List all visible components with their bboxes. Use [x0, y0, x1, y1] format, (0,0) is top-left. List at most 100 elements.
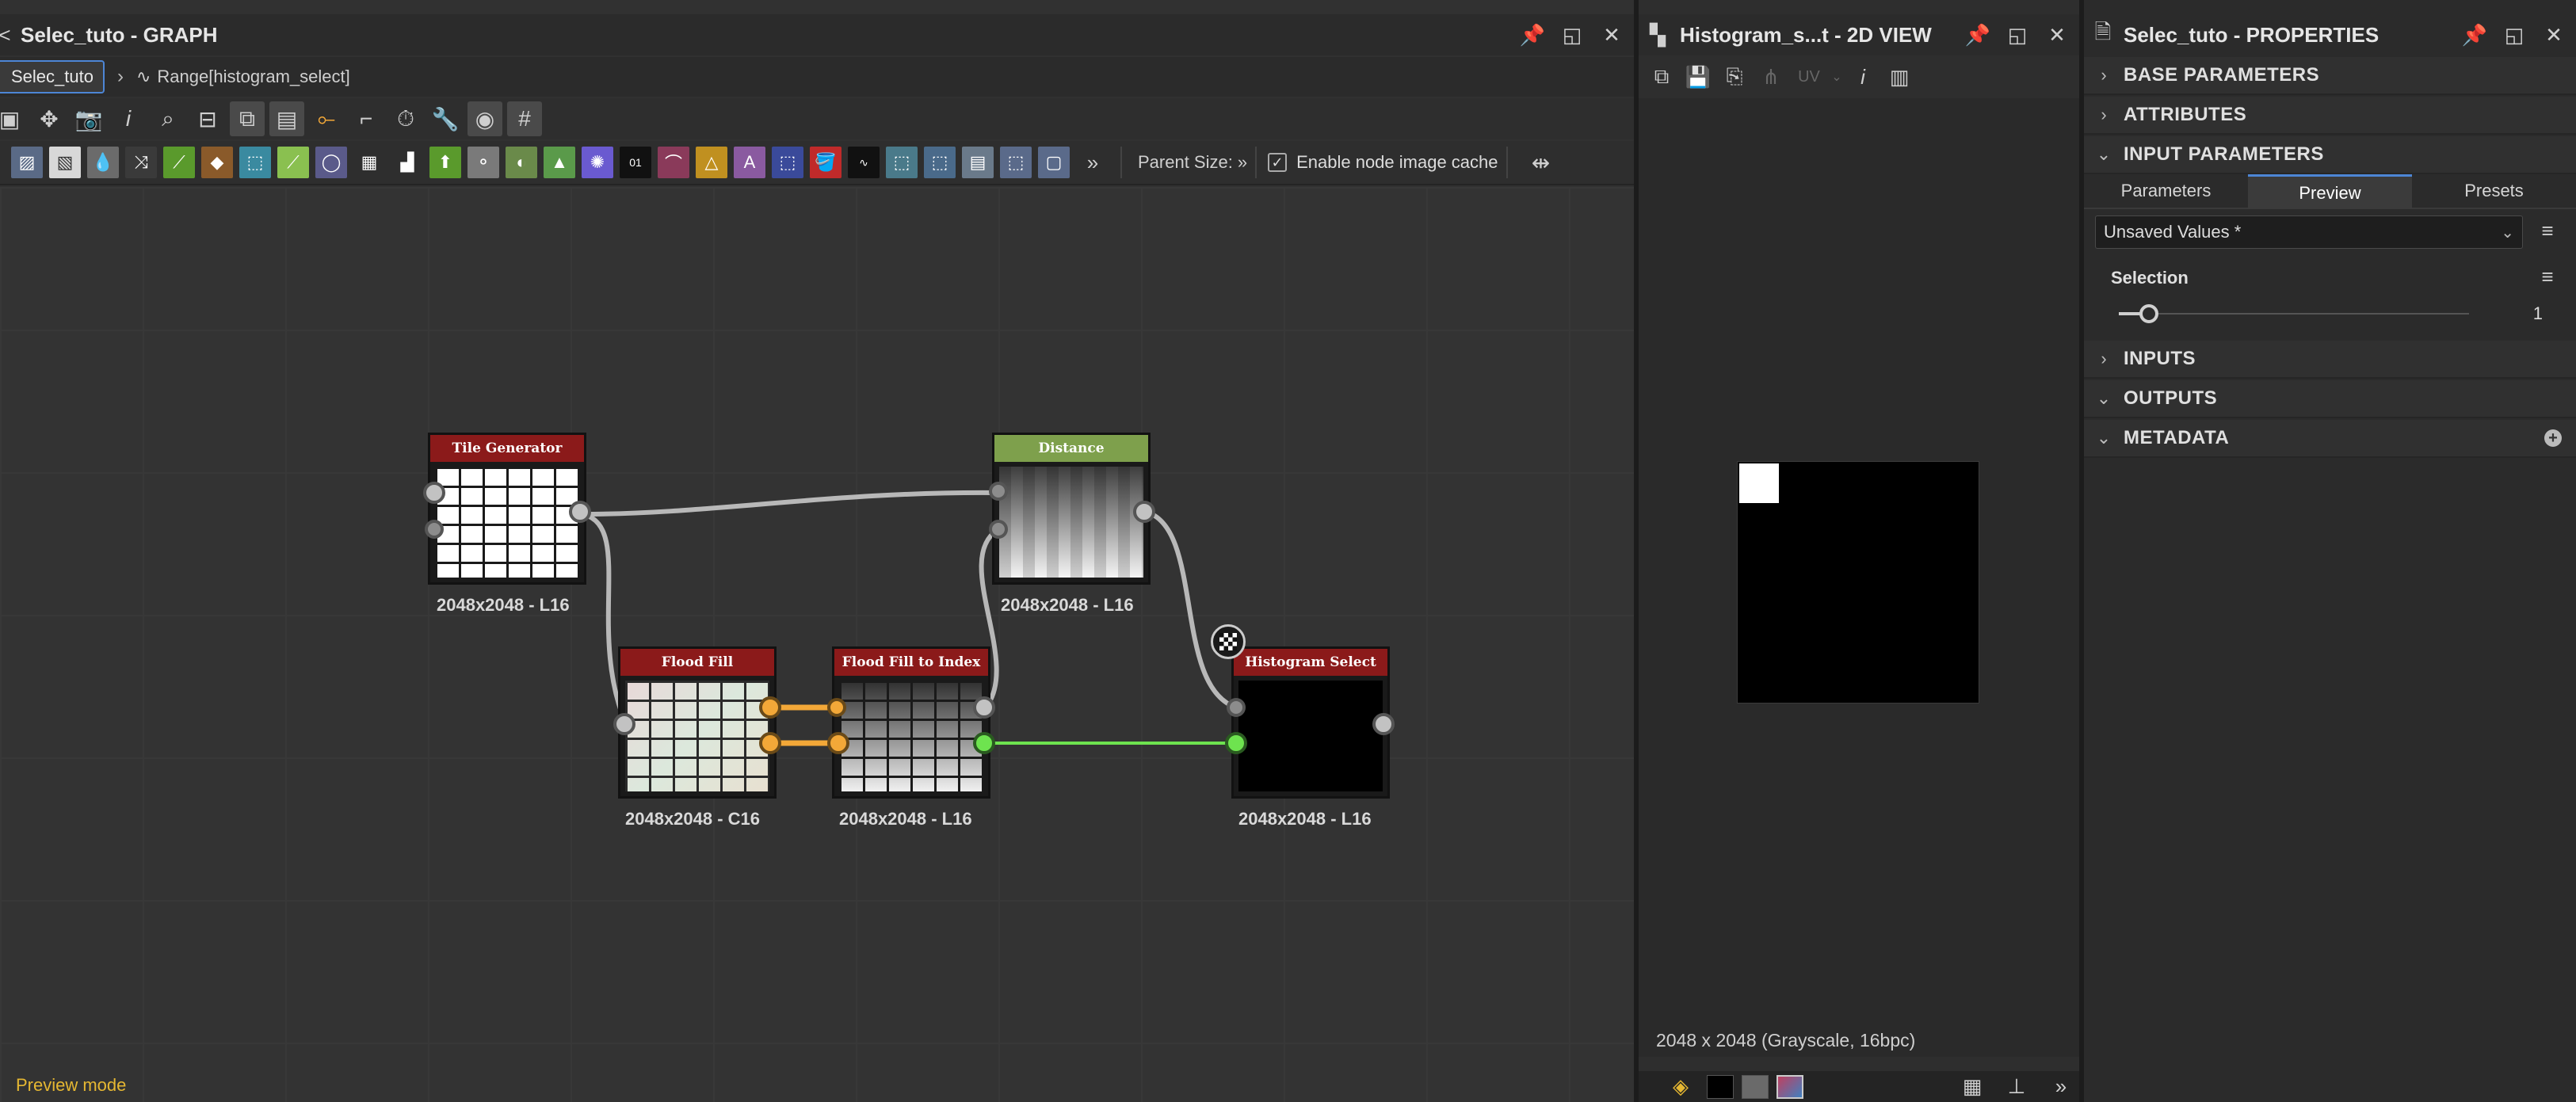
maximize-icon[interactable]: ◱ [1556, 19, 1588, 51]
node-tile-generator[interactable]: Tile Generator [428, 433, 586, 585]
warp-icon[interactable]: ⌒ [658, 147, 689, 178]
info-icon[interactable]: i [111, 101, 146, 136]
noise-icon[interactable]: 01 [620, 147, 651, 178]
histogram-icon[interactable]: ▲ [544, 147, 575, 178]
directional-icon[interactable]: ⬚ [924, 147, 956, 178]
node-output-port[interactable] [759, 732, 781, 754]
wrench-icon[interactable]: 🔧 [428, 101, 463, 136]
node-input-port[interactable] [989, 482, 1008, 501]
maximize-icon[interactable]: ◱ [2498, 19, 2530, 51]
close-icon[interactable]: ✕ [2538, 19, 2570, 51]
safe-transform-icon[interactable]: ⬚ [1000, 147, 1032, 178]
selection-slider-track[interactable] [2119, 313, 2469, 315]
camera-icon[interactable]: 📷 [71, 101, 106, 136]
node-output-port[interactable] [973, 732, 995, 754]
section-attributes[interactable]: › ATTRIBUTES [2084, 97, 2576, 135]
node-output-port[interactable] [759, 696, 781, 719]
blend-icon[interactable]: ⤨ [125, 147, 157, 178]
node-input-port[interactable] [827, 698, 846, 717]
node-input-port[interactable] [423, 482, 445, 504]
node-input-port[interactable] [1225, 732, 1247, 754]
link-icon[interactable]: ⇹ [1524, 145, 1559, 180]
node-flood-fill[interactable]: Flood Fill [618, 646, 777, 799]
color-swatch[interactable] [1776, 1074, 1803, 1099]
node-output-port[interactable] [973, 696, 995, 719]
pin-icon[interactable]: 📌 [2459, 19, 2490, 51]
enable-cache-checkbox[interactable]: ✓ [1268, 153, 1288, 172]
pin-icon[interactable]: 📌 [1517, 19, 1548, 51]
switch-icon[interactable]: ⚬ [467, 147, 499, 178]
add-metadata-icon[interactable]: + [2544, 429, 2562, 447]
breadcrumb-item[interactable]: Range[histogram_select] [157, 67, 349, 87]
preset-menu-icon[interactable]: ≡ [2536, 219, 2559, 243]
pixel-processor-icon[interactable]: ✺ [582, 147, 613, 178]
layout-icon[interactable]: ⧉ [230, 101, 265, 136]
share-icon[interactable]: ⋔ [1753, 61, 1789, 93]
grid-icon[interactable]: # [507, 101, 542, 136]
move-icon[interactable]: ✥ [32, 101, 67, 136]
close-icon[interactable]: ✕ [2041, 19, 2073, 51]
preview-icon[interactable]: ◉ [467, 101, 502, 136]
breadcrumb-current[interactable]: Selec_tuto [0, 60, 105, 93]
preview-badge-icon[interactable] [1211, 624, 1246, 659]
wire-distance-histogram[interactable] [1145, 509, 1238, 710]
pin-icon[interactable]: 📌 [1962, 19, 1994, 51]
tile-icon[interactable]: ▦ [353, 147, 385, 178]
distance-icon[interactable]: ⬚ [886, 147, 918, 178]
section-base-parameters[interactable]: › BASE PARAMETERS [2084, 57, 2576, 95]
section-outputs[interactable]: ⌄ OUTPUTS [2084, 380, 2576, 418]
directional-warp-icon[interactable]: ▤ [962, 147, 994, 178]
selection-value[interactable]: 1 [2533, 303, 2543, 324]
node-input-port[interactable] [827, 732, 849, 754]
bitmap-node-icon[interactable]: ▨ [11, 147, 43, 178]
selection-menu-icon[interactable]: ≡ [2536, 265, 2559, 289]
node-histogram-select[interactable]: Histogram Select [1231, 646, 1390, 799]
parent-size-more-icon[interactable]: » [1238, 152, 1247, 173]
text-icon[interactable]: A [734, 147, 765, 178]
gray-swatch[interactable] [1742, 1074, 1769, 1099]
more-icon[interactable]: » [2043, 1071, 2079, 1102]
tab-preview[interactable]: Preview [2248, 174, 2412, 209]
section-input-parameters[interactable]: ⌄ INPUT PARAMETERS [2084, 136, 2576, 174]
svg-node-icon[interactable]: ▧ [49, 147, 81, 178]
frame-icon[interactable]: ▣ [0, 101, 27, 136]
tab-parameters[interactable]: Parameters [2084, 174, 2248, 209]
timer-icon[interactable]: ⏱ [388, 101, 423, 136]
node-input-port[interactable] [425, 520, 444, 539]
more-icon[interactable]: » [1075, 145, 1110, 180]
transform-icon[interactable]: ⬚ [239, 147, 271, 178]
hsl-icon[interactable]: ◐ [506, 147, 537, 178]
layers-icon[interactable]: ⧉ [1643, 61, 1680, 93]
node-input-port[interactable] [989, 520, 1008, 539]
black-swatch[interactable] [1707, 1074, 1734, 1099]
value-icon[interactable]: ∿ [848, 147, 880, 178]
uv-dropdown[interactable]: UV [1789, 61, 1829, 93]
wire-tilegen-distance[interactable] [582, 490, 999, 517]
node-input-port[interactable] [613, 713, 635, 735]
sharpen-icon[interactable]: △ [696, 147, 727, 178]
node-output-port[interactable] [1372, 713, 1395, 735]
copy-icon[interactable]: ⎘ [1716, 61, 1753, 93]
node-output-port[interactable] [1133, 501, 1155, 523]
node-distance[interactable]: Distance [992, 433, 1151, 585]
selection-slider-handle[interactable] [2139, 304, 2158, 323]
align-icon[interactable]: ⊟ [190, 101, 225, 136]
graph-canvas[interactable]: Tile Generator 2048x2048 - L16 Distance … [0, 187, 1634, 1102]
tab-presets[interactable]: Presets [2412, 174, 2576, 209]
connect-icon[interactable]: ⟜ [309, 101, 344, 136]
histogram-icon[interactable]: ▥ [1881, 61, 1918, 93]
emboss-icon[interactable]: ▟ [391, 147, 423, 178]
fxmap-icon[interactable]: ⬆ [429, 147, 461, 178]
shape-icon[interactable]: ◯ [315, 147, 347, 178]
route-icon[interactable]: ⌐ [349, 101, 384, 136]
node-output-port[interactable] [569, 501, 591, 523]
preview-image[interactable] [1737, 461, 1979, 704]
curve-icon[interactable]: ⟋ [163, 147, 195, 178]
chevron-down-icon[interactable]: ⌄ [1829, 61, 1845, 93]
bounding-box-icon[interactable]: ⬚ [772, 147, 803, 178]
fill-icon[interactable]: 🪣 [810, 147, 841, 178]
search-icon[interactable]: ⌕ [151, 101, 185, 136]
frames-icon[interactable]: ▤ [269, 101, 304, 136]
gradient-map-icon[interactable]: ⟋ [277, 147, 309, 178]
node-flood-fill-to-index[interactable]: Flood Fill to Index [832, 646, 990, 799]
